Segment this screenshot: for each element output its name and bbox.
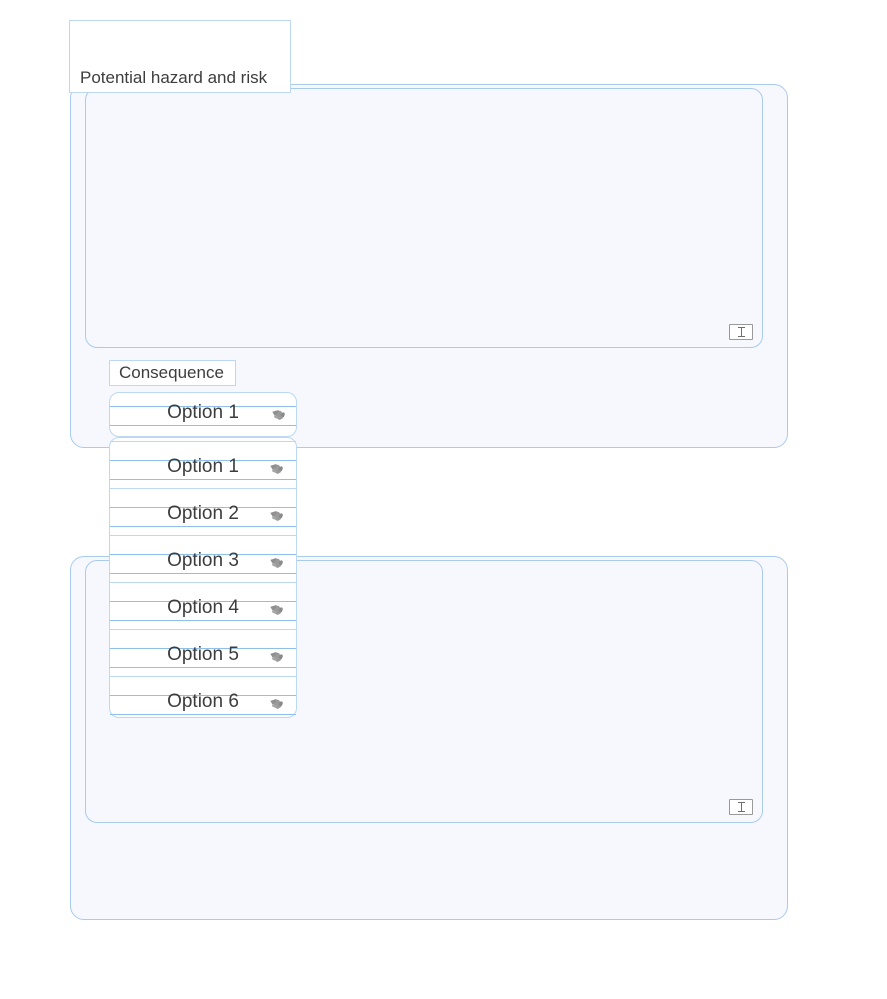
option-rule-bottom [110,526,296,527]
wireframe-canvas: Potential hazard and risk Consequence Op… [0,0,887,999]
option-rule-bottom [110,667,296,668]
text-field-icon [729,324,753,340]
option-rule-bottom [110,573,296,574]
option-rule-bottom [110,620,296,621]
consequence-label: Consequence [119,363,224,382]
text-field-icon [729,799,753,815]
consequence-combobox[interactable]: Option 1 [109,392,297,437]
option-label: Option 5 [167,644,239,665]
option-label: Option 4 [167,597,239,618]
upper-inner-panel [85,88,763,348]
combo-rule-bottom [110,425,296,426]
consequence-label-box: Consequence [109,360,236,386]
option-label: Option 3 [167,550,239,571]
combobox-selected-value: Option 1 [167,402,239,423]
list-item[interactable]: Option 4 [110,582,296,630]
option-rule-top [110,629,296,630]
consequence-dropdown-list[interactable]: Option 1 Option 2 Option 3 Option 4 Opti… [109,437,297,718]
option-label: Option 2 [167,503,239,524]
list-item[interactable]: Option 6 [110,676,296,724]
option-rule-top [110,535,296,536]
ibeam-stroke [737,327,745,337]
option-rule-top [110,582,296,583]
option-label: Option 6 [167,691,239,712]
title-field[interactable]: Potential hazard and risk [69,20,291,93]
list-item[interactable]: Option 1 [110,441,296,489]
list-item[interactable]: Option 5 [110,629,296,677]
option-label: Option 1 [167,456,239,477]
list-item[interactable]: Option 2 [110,488,296,536]
page-title: Potential hazard and risk [80,68,268,87]
list-item[interactable]: Option 3 [110,535,296,583]
option-rule-top [110,488,296,489]
option-rule-top [110,676,296,677]
ibeam-stroke [737,802,745,812]
option-rule-top [110,441,296,442]
option-rule-bottom [110,714,296,715]
option-rule-bottom [110,479,296,480]
